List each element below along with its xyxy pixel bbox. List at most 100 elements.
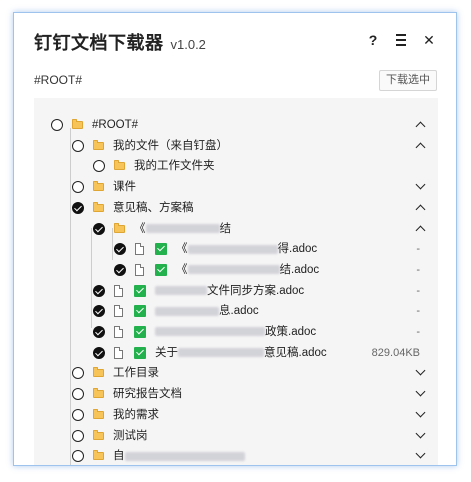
file-icon bbox=[114, 284, 123, 297]
tree-file-row[interactable]: 《 得.adoc - bbox=[34, 239, 438, 259]
file-icon bbox=[114, 326, 123, 338]
tree-item-text: 课件 bbox=[113, 181, 136, 194]
download-selected-button[interactable]: 下载选中 bbox=[379, 70, 437, 91]
current-path: #ROOT# bbox=[34, 73, 83, 87]
tree-item-text-suffix: 意见稿.adoc bbox=[264, 346, 327, 359]
tree-file-row[interactable]: 《 结.adoc - bbox=[34, 260, 438, 280]
checked-icon bbox=[134, 346, 146, 359]
tree-folder-row[interactable]: 工作目录 bbox=[34, 363, 438, 383]
tree-item-text-suffix: 结 bbox=[219, 222, 232, 235]
chevron-up-icon[interactable] bbox=[415, 142, 426, 153]
tree-item-text-prefix: 《 bbox=[176, 243, 188, 256]
folder-icon bbox=[93, 429, 104, 440]
tree-item-label: 我的需求 bbox=[113, 405, 159, 425]
tree-item-text-prefix: 《 bbox=[176, 263, 188, 276]
chevron-up-icon[interactable] bbox=[415, 204, 426, 215]
checked-icon bbox=[134, 305, 146, 318]
file-icon bbox=[114, 346, 123, 359]
root-bar: #ROOT# 下载选中 bbox=[34, 70, 437, 91]
file-tree: #ROOT# 我的文件（来自钉盘） 我的工作文件夹 课件 意见稿、方案稿《结《得.ado… bbox=[34, 98, 438, 465]
tree-item-label: 《结 bbox=[134, 219, 231, 239]
tree-folder-row[interactable]: 我的需求 bbox=[34, 405, 438, 425]
select-radio[interactable] bbox=[72, 367, 84, 380]
chevron-down-icon[interactable] bbox=[415, 365, 426, 376]
tree-item-text-suffix: 政策.adoc bbox=[265, 326, 317, 338]
chevron-down-icon[interactable] bbox=[415, 407, 426, 418]
tree-item-text: 研究报告文档 bbox=[113, 388, 182, 401]
select-radio[interactable] bbox=[72, 201, 84, 214]
tree-item-text-prefix: 《 bbox=[134, 222, 146, 235]
select-radio[interactable] bbox=[114, 263, 126, 276]
header: 钉钉文档下载器 v1.0.2 ? ✕ bbox=[34, 29, 436, 55]
tree-item-label: 我的工作文件夹 bbox=[134, 156, 215, 176]
help-button[interactable]: ? bbox=[366, 32, 380, 48]
file-size: 829.04KB bbox=[371, 346, 420, 359]
select-radio[interactable] bbox=[72, 139, 84, 152]
select-radio[interactable] bbox=[93, 222, 105, 235]
header-actions: ? ✕ bbox=[366, 31, 436, 49]
tree-folder-row[interactable]: 我的文件（来自钉盘） bbox=[34, 136, 438, 156]
menu-button[interactable] bbox=[394, 31, 408, 49]
select-radio[interactable] bbox=[72, 408, 84, 421]
tree-item-label: 工作目录 bbox=[113, 363, 159, 383]
select-radio[interactable] bbox=[72, 388, 84, 401]
tree-item-text-prefix: 关于 bbox=[155, 346, 178, 359]
file-size: - bbox=[416, 284, 420, 297]
tree-item-text-suffix: 得.adoc bbox=[277, 243, 318, 256]
checked-icon bbox=[134, 284, 146, 297]
chevron-down-icon[interactable] bbox=[415, 179, 426, 190]
tree-item-label: 息.adoc bbox=[155, 301, 259, 321]
tree-folder-row[interactable]: 意见稿、方案稿 bbox=[34, 198, 438, 218]
tree-item-text: #ROOT# bbox=[92, 119, 139, 131]
chevron-down-icon[interactable] bbox=[415, 448, 426, 459]
redacted-text bbox=[155, 327, 265, 337]
checked-icon bbox=[155, 263, 167, 276]
select-radio[interactable] bbox=[93, 326, 105, 338]
chevron-down-icon[interactable] bbox=[415, 386, 426, 397]
tree-item-text: 我的工作文件夹 bbox=[134, 160, 215, 173]
redacted-text bbox=[155, 306, 219, 316]
downloader-window: 钉钉文档下载器 v1.0.2 ? ✕ #ROOT# 下载选中 #ROOT# 我的文件… bbox=[13, 12, 457, 466]
tree-item-text: 工作目录 bbox=[113, 367, 159, 380]
chevron-up-icon[interactable] bbox=[415, 225, 426, 235]
redacted-text bbox=[124, 451, 245, 461]
select-radio[interactable] bbox=[93, 160, 105, 173]
tree-folder-row[interactable]: 测试岗 bbox=[34, 426, 438, 446]
tree-file-row[interactable]: 息.adoc - bbox=[34, 301, 438, 321]
select-radio[interactable] bbox=[72, 450, 84, 463]
tree-item-label: 意见稿、方案稿 bbox=[113, 198, 194, 218]
tree-item-label: #ROOT# bbox=[92, 115, 138, 135]
close-button[interactable]: ✕ bbox=[422, 32, 436, 49]
select-radio[interactable] bbox=[72, 181, 84, 194]
select-radio[interactable] bbox=[51, 119, 63, 131]
select-radio[interactable] bbox=[72, 429, 84, 442]
tree-file-row[interactable]: 关于 意见稿.adoc 829.04KB bbox=[34, 343, 438, 363]
chevron-down-icon[interactable] bbox=[415, 428, 426, 438]
tree-folder-row[interactable]: 我的工作文件夹 bbox=[34, 156, 438, 176]
file-size: - bbox=[416, 263, 420, 276]
tree-folder-row[interactable]: 自 bbox=[34, 446, 438, 465]
file-size: - bbox=[416, 243, 420, 256]
redacted-text bbox=[187, 265, 280, 275]
redacted-text bbox=[187, 244, 278, 254]
tree-file-row[interactable]: 文件同步方案.adoc - bbox=[34, 281, 438, 301]
tree-item-label: 自 bbox=[113, 446, 245, 465]
checked-icon bbox=[155, 243, 167, 256]
folder-icon bbox=[114, 222, 125, 233]
chevron-up-icon[interactable] bbox=[415, 121, 426, 132]
tree-folder-row[interactable]: #ROOT# bbox=[34, 115, 438, 135]
file-size: - bbox=[416, 305, 420, 318]
tree-item-text-suffix: 息.adoc bbox=[219, 305, 259, 318]
select-radio[interactable] bbox=[93, 305, 105, 318]
tree-folder-row[interactable]: 《结 bbox=[34, 219, 438, 239]
tree-item-label: 关于 意见稿.adoc bbox=[155, 343, 327, 363]
tree-file-row[interactable]: 政策.adoc - bbox=[34, 322, 438, 342]
select-radio[interactable] bbox=[93, 346, 105, 359]
file-icon bbox=[114, 305, 123, 318]
folder-icon bbox=[93, 408, 104, 419]
select-radio[interactable] bbox=[93, 284, 105, 297]
tree-folder-row[interactable]: 研究报告文档 bbox=[34, 384, 438, 404]
select-radio[interactable] bbox=[114, 243, 126, 256]
tree-folder-row[interactable]: 课件 bbox=[34, 177, 438, 197]
tree-item-label: 课件 bbox=[113, 177, 136, 197]
